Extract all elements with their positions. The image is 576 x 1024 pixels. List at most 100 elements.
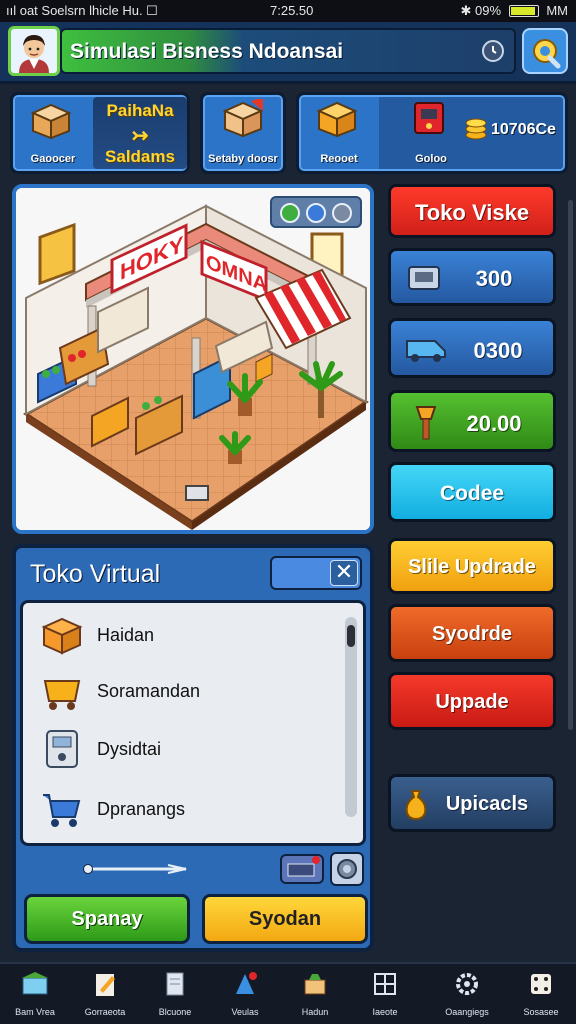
grid-icon (374, 973, 396, 995)
crate-icon (316, 101, 358, 137)
btn-uppade-label: Uppade (435, 691, 509, 713)
play-icon[interactable] (280, 203, 300, 223)
card-storage-label: Gaoocer (30, 153, 76, 165)
dice-icon (531, 974, 551, 994)
nav-label: Blcuone (158, 1007, 192, 1017)
header: Simulasi Bisness Ndoansai (0, 22, 576, 84)
appliance-icon (46, 730, 78, 768)
btn-stat-0300[interactable]: 0300 (388, 318, 556, 378)
store-icon (22, 972, 48, 995)
btn-toko-viske[interactable]: Toko Viske (388, 184, 556, 238)
sidebar-scrollbar[interactable] (568, 200, 573, 730)
list-item[interactable]: Dpranangs (37, 785, 337, 835)
status-left: ııl oat Soelsrn lhicle Hu. ☐ (6, 3, 158, 18)
nav-item-games[interactable]: Sosasee (508, 970, 574, 1017)
close-button[interactable]: ✕ (330, 560, 358, 586)
btn-syodrde[interactable]: Syodrde (388, 604, 556, 662)
list-item[interactable]: Soramandan (37, 667, 337, 717)
btn-stat-300-label: 300 (475, 266, 513, 291)
pencil-icon (96, 974, 115, 996)
virtual-shop-panel: Toko Virtual ✕ Haidan Soramandan Dysidta… (12, 544, 374, 952)
cart-box-icon (43, 680, 81, 710)
nav-item-grid[interactable]: Iaeote (352, 970, 418, 1017)
gear-icon (533, 39, 561, 69)
btn-stat-0300-label: 0300 (473, 338, 523, 363)
nav-label: Sosasee (523, 1007, 559, 1017)
status-time: 7:25.50 (270, 3, 314, 18)
settings-button[interactable] (522, 28, 568, 74)
btn-toko-viske-label: Toko Viske (414, 200, 530, 225)
machine-icon (414, 102, 444, 134)
coin-balance: 10706Ce (491, 121, 556, 138)
syodan-button[interactable]: Syodan (202, 894, 368, 944)
camera-icon[interactable] (306, 203, 326, 223)
avatar[interactable] (8, 26, 60, 76)
nav-label: Hadun (301, 1007, 329, 1017)
list-item-label: Dpranangs (97, 799, 186, 819)
card-resources[interactable]: Reooet Goloo 10706Ce (296, 92, 568, 174)
card-goods-label: Goloo (415, 153, 447, 165)
nav-item-store[interactable]: Bam Vrea (2, 970, 68, 1017)
battery-icon (508, 5, 539, 17)
list-item-label: Haidan (97, 625, 155, 645)
slider[interactable] (82, 864, 192, 874)
btn-stat-20-label: 20.00 (466, 411, 522, 436)
list-item-label: Dysidtai (97, 739, 162, 759)
status-right-tail: MM (546, 3, 568, 18)
nav-label: Veulas (231, 1007, 259, 1017)
card-highlight-line1: PaihaNa (106, 101, 174, 120)
btn-syodrde-label: Syodrde (431, 623, 513, 645)
nav-item-notifications[interactable]: Veulas (212, 970, 278, 1017)
btn-codee[interactable]: Codee (388, 462, 556, 522)
list-item-label: Soramandan (97, 681, 201, 701)
book-icon (166, 972, 184, 996)
box-icon (304, 974, 326, 995)
list-item[interactable]: Haidan (37, 611, 337, 661)
shopping-cart-icon (43, 794, 81, 827)
coin-stack-icon (465, 118, 487, 140)
cart-button[interactable] (280, 854, 324, 884)
shop-item-list: Haidan Soramandan Dysidtai Dpranangs (20, 600, 366, 846)
title-bar: Simulasi Bisness Ndoansai (60, 28, 516, 74)
page-title: Simulasi Bisness Ndoansai (70, 40, 344, 63)
card-store[interactable]: Setaby doosr (200, 92, 286, 174)
store-megaphone-icon (222, 99, 264, 137)
nav-label: Bam Vrea (15, 1007, 55, 1017)
status-bar: ııl oat Soelsrn lhicle Hu. ☐ 7:25.50 ✱ 0… (0, 0, 576, 22)
nav-item-edit[interactable]: Gorraeota (72, 970, 138, 1017)
nav-label: Iaeote (372, 1007, 398, 1017)
card-highlight-arrow: ↣ (131, 125, 149, 147)
nav-item-book[interactable]: Blcuone (142, 970, 208, 1017)
status-right: ✱ 09% MM (461, 3, 568, 19)
btn-upicacls[interactable]: Upicacls (388, 774, 556, 832)
shop-search-field[interactable]: ✕ (270, 556, 362, 590)
gear-icon (456, 973, 478, 995)
nav-label: Gorraeota (84, 1007, 126, 1017)
list-item[interactable]: Dysidtai (37, 725, 337, 775)
isometric-store-illustration: HOKY OMNA (16, 188, 370, 530)
btn-upicacls-label: Upicacls (445, 793, 529, 815)
bottom-navigation: Bam Vrea Gorraeota Blcuone Veulas Hadun … (0, 962, 576, 1024)
shop-list-scrollbar[interactable] (345, 617, 357, 817)
btn-stat-20[interactable]: 20.00 (388, 390, 556, 452)
store-scene[interactable]: HOKY OMNA (12, 184, 374, 534)
battery-percent: 09% (475, 3, 502, 18)
btn-uppade[interactable]: Uppade (388, 672, 556, 730)
cart-icon (287, 856, 320, 877)
card-resources-label: Reooet (320, 153, 358, 165)
card-highlight-line2: Saldams (105, 147, 175, 166)
bluetooth-icon: ✱ (460, 3, 472, 18)
clock-icon[interactable] (482, 40, 504, 62)
tools-icon[interactable] (332, 203, 352, 223)
scene-toolbar (270, 196, 362, 228)
box-icon (30, 103, 72, 139)
nav-item-inventory[interactable]: Hadun (282, 970, 348, 1017)
btn-slile-updrade[interactable]: Slile Updrade (388, 538, 556, 594)
spanay-button[interactable]: Spanay (24, 894, 190, 944)
btn-codee-label: Codee (439, 482, 505, 505)
nav-item-settings[interactable]: Oaangiegs (434, 970, 500, 1017)
bell-icon (236, 972, 257, 994)
shop-settings-button[interactable] (330, 852, 364, 886)
btn-stat-300[interactable]: 300 (388, 248, 556, 306)
card-storage[interactable]: Gaoocer PaihaNa ↣ Saldams (10, 92, 190, 174)
